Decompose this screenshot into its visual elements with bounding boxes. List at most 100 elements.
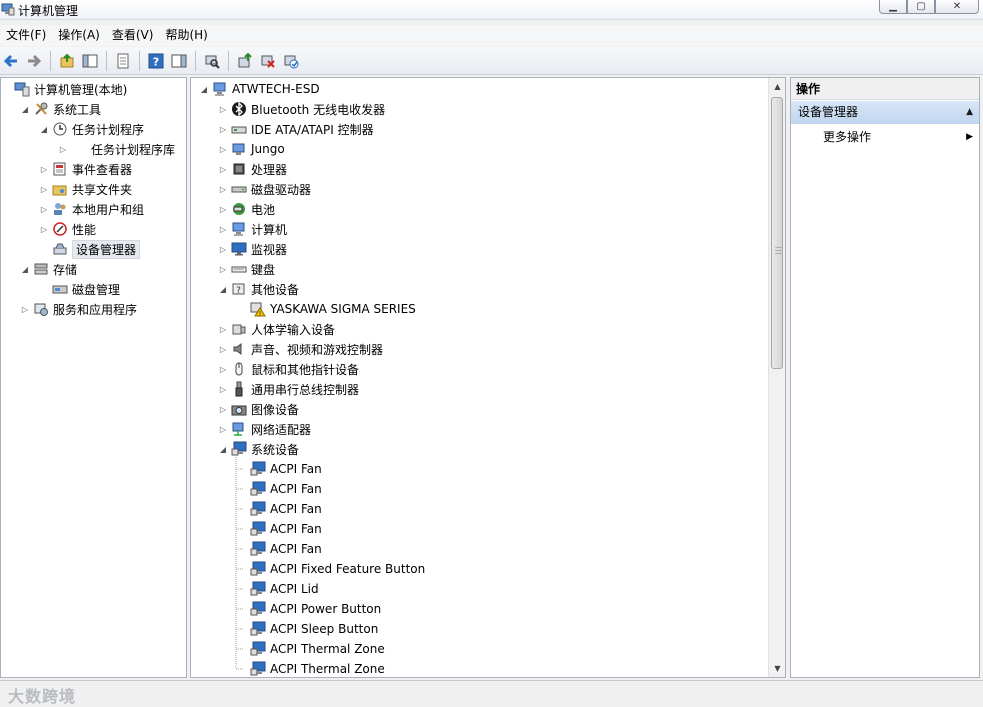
actions-section-device-manager[interactable]: 设备管理器 ▲ xyxy=(791,101,979,124)
show-hide-tree-icon[interactable] xyxy=(80,51,100,71)
collapse-triangle-icon[interactable]: ▷ xyxy=(218,224,228,234)
scroll-up-icon[interactable]: ▲ xyxy=(769,78,785,95)
system-device-icon xyxy=(250,541,266,557)
console-tree-item[interactable]: ▷ 事件查看器 xyxy=(39,159,132,179)
collapse-triangle-icon[interactable]: ▷ xyxy=(39,184,49,194)
collapse-triangle-icon[interactable]: ▷ xyxy=(218,244,228,254)
collapse-triangle-icon[interactable]: ▷ xyxy=(218,204,228,214)
uninstall-device-icon[interactable] xyxy=(258,51,278,71)
collapse-triangle-icon[interactable]: ▷ xyxy=(39,204,49,214)
device-tree-item[interactable]: ACPI Fan xyxy=(237,539,322,559)
device-tree-item[interactable]: ACPI Fixed Feature Button xyxy=(237,559,425,579)
console-tree-item[interactable]: 设备管理器 xyxy=(39,239,141,259)
up-folder-icon[interactable] xyxy=(57,51,77,71)
scrollbar-thumb[interactable]: — — — xyxy=(771,97,783,369)
device-tree-item[interactable]: ACPI Fan xyxy=(237,459,322,479)
console-tree-item[interactable]: ▷ 共享文件夹 xyxy=(39,179,132,199)
device-tree-item[interactable]: ◢ ATWTECH-ESD xyxy=(199,79,320,99)
expand-triangle-icon[interactable]: ◢ xyxy=(20,264,30,274)
device-tree-item[interactable]: ▷ 监视器 xyxy=(218,239,287,259)
more-actions-item[interactable]: 更多操作 ▶ xyxy=(791,127,979,147)
console-tree-item[interactable]: ▷ 任务计划程序库 xyxy=(58,139,175,159)
device-tree-item[interactable]: ACPI Power Button xyxy=(237,599,381,619)
collapse-triangle-icon[interactable]: ▷ xyxy=(218,344,228,354)
scan-hardware-icon[interactable] xyxy=(202,51,222,71)
menu-action[interactable]: 操作(A) xyxy=(52,25,106,46)
collapse-triangle-icon[interactable]: ▷ xyxy=(39,224,49,234)
maximize-button[interactable]: ▢ xyxy=(907,0,935,14)
enable-device-icon[interactable] xyxy=(281,51,301,71)
close-button[interactable]: ✕ xyxy=(935,0,979,14)
device-tree-item[interactable]: ▷ 鼠标和其他指针设备 xyxy=(218,359,359,379)
collapse-triangle-icon[interactable]: ▷ xyxy=(20,304,30,314)
device-tree-item[interactable]: ▷ 处理器 xyxy=(218,159,287,179)
device-tree-item[interactable]: ▷ 键盘 xyxy=(218,259,275,279)
collapse-triangle-icon[interactable]: ▷ xyxy=(218,104,228,114)
collapse-triangle-icon[interactable]: ▷ xyxy=(218,424,228,434)
device-tree-item[interactable]: ACPI Fan xyxy=(237,519,322,539)
collapse-triangle-icon[interactable]: ▷ xyxy=(218,404,228,414)
device-tree-item[interactable]: ACPI Thermal Zone xyxy=(237,659,385,677)
collapse-triangle-icon[interactable]: ▷ xyxy=(58,144,68,154)
expand-triangle-icon[interactable]: ◢ xyxy=(218,284,228,294)
device-tree-item[interactable]: ▷ 人体学输入设备 xyxy=(218,319,335,339)
console-tree-item[interactable]: 计算机管理(本地) xyxy=(1,79,127,99)
console-tree-item[interactable]: ▷ 本地用户和组 xyxy=(39,199,144,219)
collapse-triangle-icon[interactable]: ▷ xyxy=(218,164,228,174)
collapse-icon[interactable]: ▲ xyxy=(966,101,973,124)
menu-help[interactable]: 帮助(H) xyxy=(159,25,213,46)
console-tree-item[interactable]: ▷ 性能 xyxy=(39,219,96,239)
disk-management-icon xyxy=(52,281,68,297)
device-tree-item[interactable]: ▷ IDE ATA/ATAPI 控制器 xyxy=(218,119,374,139)
device-tree-item[interactable]: ▷ 磁盘驱动器 xyxy=(218,179,311,199)
device-tree-item[interactable]: ▷ 网络适配器 xyxy=(218,419,311,439)
device-tree-item[interactable]: ◢ 系统设备 xyxy=(218,439,299,459)
device-tree-item[interactable]: ▷ 计算机 xyxy=(218,219,287,239)
collapse-triangle-icon[interactable]: ▷ xyxy=(218,364,228,374)
forward-icon[interactable] xyxy=(24,51,44,71)
update-driver-icon[interactable] xyxy=(235,51,255,71)
device-tree-item[interactable]: ▷ Bluetooth 无线电收发器 xyxy=(218,99,385,119)
collapse-triangle-icon[interactable]: ▷ xyxy=(218,184,228,194)
collapse-triangle-icon[interactable]: ▷ xyxy=(218,124,228,134)
expand-triangle-icon[interactable]: ◢ xyxy=(20,104,30,114)
help-icon[interactable]: ? xyxy=(146,51,166,71)
menu-file[interactable]: 文件(F) xyxy=(0,25,52,46)
console-tree-item[interactable]: 磁盘管理 xyxy=(39,279,120,299)
device-tree-item[interactable]: ▷ 声音、视频和游戏控制器 xyxy=(218,339,383,359)
device-tree-item[interactable]: ACPI Fan xyxy=(237,499,322,519)
collapse-triangle-icon[interactable]: ▷ xyxy=(218,324,228,334)
vertical-scrollbar[interactable]: ▲ — — — ▼ xyxy=(768,78,785,677)
back-icon[interactable] xyxy=(1,51,21,71)
scroll-down-icon[interactable]: ▼ xyxy=(769,660,785,677)
minimize-button[interactable]: ▁ xyxy=(879,0,907,14)
console-tree-item[interactable]: ◢ 系统工具 xyxy=(20,99,101,119)
console-tree-item[interactable]: ▷ 服务和应用程序 xyxy=(20,299,137,319)
collapse-triangle-icon[interactable]: ▷ xyxy=(39,164,49,174)
console-tree-item[interactable]: ◢ 任务计划程序 xyxy=(39,119,144,139)
mouse-icon xyxy=(231,361,247,377)
properties-icon[interactable] xyxy=(113,51,133,71)
expand-triangle-icon[interactable]: ◢ xyxy=(39,124,49,134)
device-tree-item[interactable]: ACPI Sleep Button xyxy=(237,619,378,639)
collapse-triangle-icon[interactable]: ▷ xyxy=(218,264,228,274)
action-pane-icon[interactable] xyxy=(169,51,189,71)
device-tree-item[interactable]: ▷ 电池 xyxy=(218,199,275,219)
collapse-triangle-icon[interactable]: ▷ xyxy=(218,144,228,154)
expand-triangle-icon[interactable]: ◢ xyxy=(218,444,228,454)
device-tree-item[interactable]: ACPI Lid xyxy=(237,579,319,599)
device-tree-item[interactable]: ▷ 图像设备 xyxy=(218,399,299,419)
device-tree-item[interactable]: ▷ 通用串行总线控制器 xyxy=(218,379,359,399)
device-tree-item[interactable]: ▷ Jungo xyxy=(218,139,285,159)
device-tree-item[interactable]: ACPI Thermal Zone xyxy=(237,639,385,659)
collapse-triangle-icon[interactable]: ▷ xyxy=(218,384,228,394)
menu-view[interactable]: 查看(V) xyxy=(106,25,160,46)
console-tree-item[interactable]: ◢ 存储 xyxy=(20,259,77,279)
device-tree-item[interactable]: ACPI Fan xyxy=(237,479,322,499)
tree-item-label: 计算机管理(本地) xyxy=(34,82,128,97)
device-tree-item[interactable]: ◢? 其他设备 xyxy=(218,279,299,299)
expand-triangle-icon[interactable]: ◢ xyxy=(199,84,209,94)
device-tree-item[interactable]: ! YASKAWA SIGMA SERIES xyxy=(237,299,416,319)
tree-item-label: 系统工具 xyxy=(53,102,102,117)
